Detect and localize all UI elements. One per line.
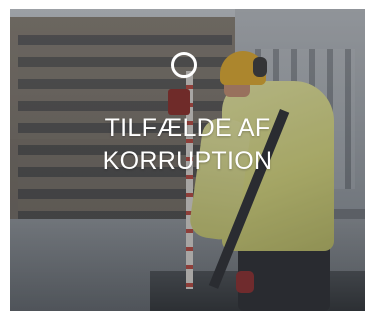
tile-title[interactable]: TILFÆLDE AF KORRUPTION — [10, 112, 365, 178]
tile-title-line-1: TILFÆLDE AF — [104, 114, 271, 142]
category-tile[interactable]: TILFÆLDE AF KORRUPTION — [10, 9, 365, 311]
circle-outline-icon — [171, 52, 197, 78]
tile-title-line-2: KORRUPTION — [102, 147, 273, 175]
